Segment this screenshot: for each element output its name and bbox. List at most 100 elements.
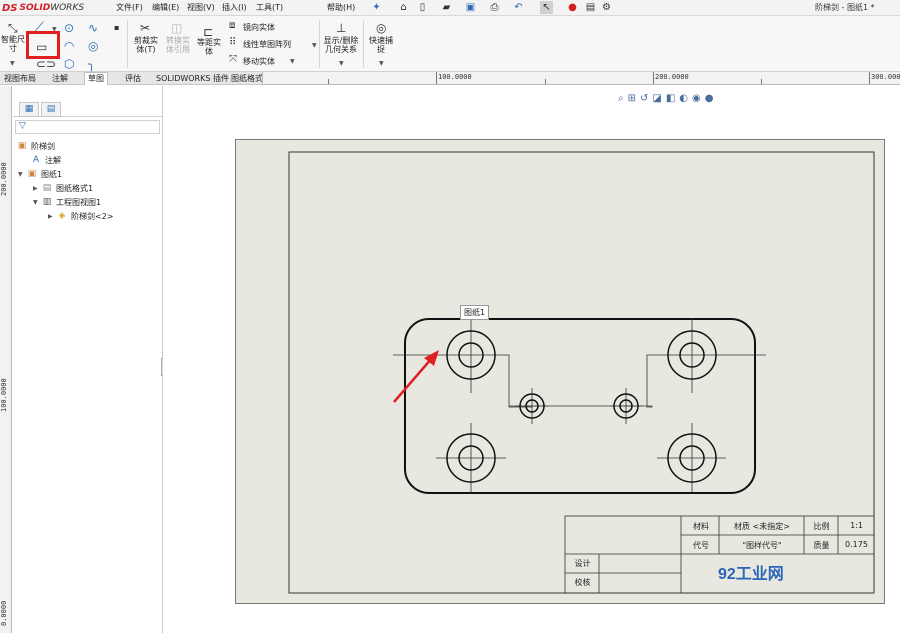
home-icon[interactable]: ⌂: [397, 1, 410, 14]
menu-help[interactable]: 帮助(H): [327, 2, 355, 13]
sheet-format-icon: ▤: [42, 183, 52, 193]
display-relations-button[interactable]: 显示/删除几何关系: [322, 36, 360, 54]
zoom-to-area-icon[interactable]: ⊞: [628, 92, 636, 106]
open-folder-icon[interactable]: ▰: [440, 1, 453, 14]
polygon-icon[interactable]: ⬡: [64, 58, 74, 70]
select-arrow-icon[interactable]: ↖: [540, 1, 553, 14]
section-view-icon[interactable]: ◪: [652, 92, 661, 106]
ellipse-icon[interactable]: ◎: [88, 40, 98, 52]
view-orientation-icon[interactable]: ◧: [666, 92, 675, 106]
mirror-icon[interactable]: ⧈: [229, 20, 235, 32]
new-document-icon[interactable]: ▯: [416, 1, 429, 14]
line-tool-highlight: [26, 31, 60, 59]
ruler-label: 100.0000: [438, 73, 472, 81]
move-icon[interactable]: ⤧: [229, 54, 237, 66]
convert-entities-icon[interactable]: ◫: [171, 22, 182, 34]
traffic-light-icon[interactable]: ●: [566, 1, 579, 14]
quick-snap-icon[interactable]: ◎: [376, 22, 386, 34]
menu-insert[interactable]: 插入(I): [222, 2, 247, 13]
display-relations-icon[interactable]: ⊥: [336, 22, 346, 34]
watermark-logo: 92工业网: [718, 566, 784, 583]
command-manager-ribbon: ⤡ 智能尺寸 ▼ ⟋ ▼ ▭ ⊂⊃ ⊙ ◠ ⬡ ∿ ◎ ╮ ▪ ✂ 剪裁实体(T…: [0, 16, 900, 72]
ruler-label: 0.0000: [0, 600, 8, 626]
chevron-down-icon[interactable]: ▼: [379, 60, 384, 67]
tab-sketch[interactable]: 草图: [84, 72, 108, 85]
offset-entities-icon[interactable]: ⊏: [203, 26, 213, 38]
tree-root[interactable]: ▣ 阶梯剑: [16, 140, 55, 152]
chevron-down-icon[interactable]: ▼: [18, 171, 26, 178]
tab-sheet-format[interactable]: 图纸格式: [228, 73, 266, 85]
tab-view-layout[interactable]: 视图布局: [1, 73, 39, 85]
quick-snaps-button[interactable]: 快速捕捉: [366, 36, 396, 54]
chevron-down-icon[interactable]: ▼: [33, 199, 41, 206]
filter-icon: ▽: [19, 121, 26, 131]
hide-show-icon[interactable]: ◉: [692, 92, 701, 106]
zoom-to-fit-icon[interactable]: ⌕: [618, 92, 624, 106]
chevron-down-icon[interactable]: ▼: [312, 42, 317, 49]
annotation-arrow: [393, 350, 439, 403]
trim-entities-icon[interactable]: ✂: [140, 22, 150, 34]
tab-solidworks-addins[interactable]: SOLIDWORKS 插件: [153, 73, 232, 85]
vertical-ruler: 200.0000 100.0000 0.0000: [0, 86, 12, 633]
menu-tools[interactable]: 工具(T): [256, 2, 283, 13]
tree-item-sheet-format[interactable]: ▶ ▤ 图纸格式1: [33, 182, 93, 194]
tree-item-annotations[interactable]: A 注解: [30, 154, 61, 166]
sheet-tooltip: 图纸1: [460, 305, 490, 320]
linear-pattern-button[interactable]: 线性草图阵列: [243, 40, 291, 49]
drawing-view-icon: ▥: [42, 197, 52, 207]
mirror-entities-button[interactable]: 镜向实体: [243, 23, 275, 32]
tab-annotation[interactable]: 注解: [49, 73, 71, 85]
circle-icon[interactable]: ⊙: [64, 22, 74, 34]
solidworks-logo[interactable]: DS SOLID WORKS: [2, 1, 98, 15]
trim-entities-button[interactable]: 剪裁实体(T): [131, 36, 161, 54]
drawing-sheet[interactable]: 图纸1 材料 材质 <未指定> 比例 1:1 代号 "图样代号" 质量 0.17…: [235, 139, 885, 604]
appearance-icon[interactable]: ●: [705, 92, 714, 106]
menu-view[interactable]: 视图(V): [187, 2, 215, 13]
window-title: 阶梯剑 - 图纸1 *: [815, 3, 875, 12]
title-block-check-label: 校核: [574, 578, 591, 587]
holes: [446, 330, 717, 483]
convert-entities-button[interactable]: 转换实体引用: [163, 36, 193, 54]
display-style-icon[interactable]: ◐: [679, 92, 688, 106]
tree-item-sheet[interactable]: ▼ ▣ 图纸1: [18, 168, 62, 180]
graphics-area[interactable]: ⌕ ⊞ ↺ ◪ ◧ ◐ ◉ ● 图纸1 材料 材质 <未指定> 比例 1:1 代…: [163, 86, 900, 633]
chevron-down-icon[interactable]: ▼: [339, 60, 344, 67]
ruler-label: 300.0000: [871, 73, 900, 81]
ruler-label: 200.0000: [655, 73, 689, 81]
property-manager-tab-icon[interactable]: ▤: [41, 102, 61, 117]
fillet-icon[interactable]: ╮: [88, 58, 95, 70]
tree-item-drawing-view[interactable]: ▼ ▥ 工程图视图1: [33, 196, 101, 208]
slot-icon[interactable]: ⊂⊃: [36, 58, 56, 70]
annotation-icon: A: [32, 155, 40, 165]
move-entities-button[interactable]: 移动实体: [243, 57, 275, 66]
undo-icon[interactable]: ↶: [512, 1, 525, 14]
options-gear-icon[interactable]: ⚙: [600, 1, 613, 14]
offset-entities-button[interactable]: 等距实体: [196, 38, 222, 56]
menu-edit[interactable]: 编辑(E): [152, 2, 179, 13]
sheet-icon: ▣: [27, 169, 37, 179]
chevron-down-icon[interactable]: ▼: [290, 58, 295, 65]
menu-file[interactable]: 文件(F): [116, 2, 143, 13]
feature-tree-tab-icon[interactable]: ▦: [19, 102, 39, 117]
tree-item-part[interactable]: ▶ ◈ 阶梯剑<2>: [48, 210, 114, 222]
arc-icon[interactable]: ◠: [64, 40, 74, 52]
smart-dimension-button[interactable]: 智能尺寸: [1, 35, 25, 53]
file-properties-icon[interactable]: ▤: [584, 1, 597, 14]
chevron-right-icon[interactable]: ▶: [33, 185, 41, 192]
tree-filter[interactable]: ▽: [15, 120, 160, 134]
save-icon[interactable]: ▣: [464, 1, 477, 14]
spline-icon[interactable]: ∿: [88, 22, 98, 34]
previous-view-icon[interactable]: ↺: [640, 92, 648, 106]
horizontal-ruler: 100.0000 200.0000 300.0000: [262, 72, 900, 85]
tab-evaluate[interactable]: 评估: [122, 73, 144, 85]
linear-pattern-icon[interactable]: ⠿: [229, 37, 236, 49]
chevron-down-icon[interactable]: ▼: [10, 60, 15, 67]
title-block-code-value: "图样代号": [742, 541, 782, 550]
ruler-label: 200.0000: [0, 162, 8, 196]
smart-dimension-icon[interactable]: ⤡: [8, 22, 18, 34]
title-block-mass-value: 0.175: [845, 540, 868, 549]
point-icon[interactable]: ▪: [114, 22, 119, 34]
print-icon[interactable]: ⎙: [488, 1, 501, 14]
chevron-right-icon[interactable]: ▶: [48, 213, 56, 220]
pin-icon[interactable]: ✦: [370, 1, 383, 14]
